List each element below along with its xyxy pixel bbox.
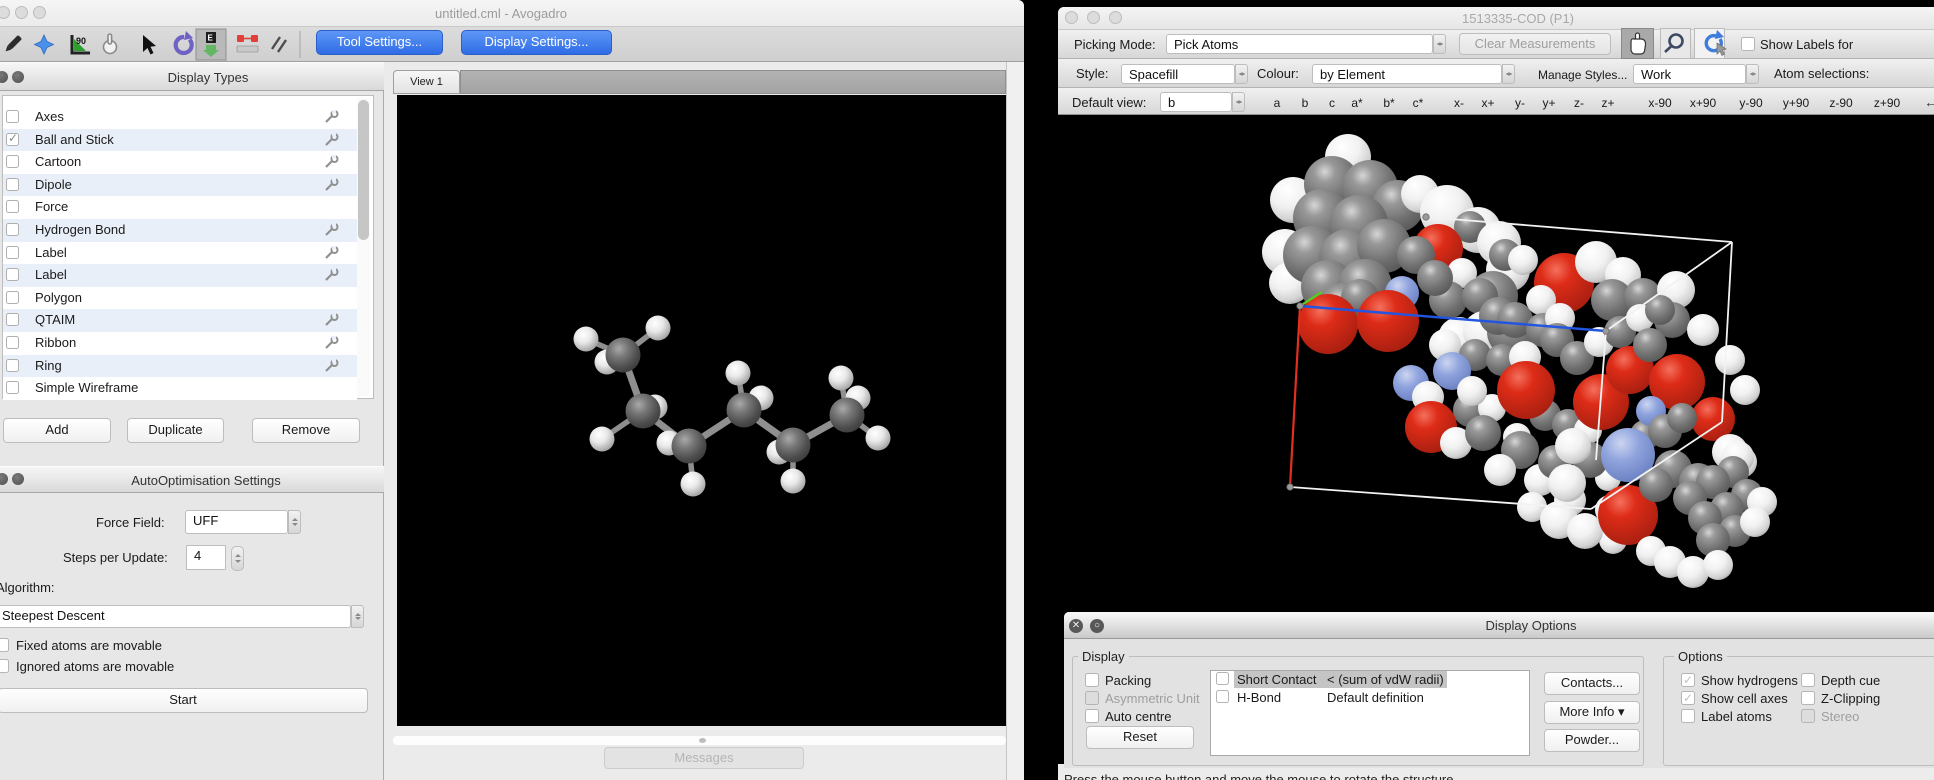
svg-text:E: E [208,34,214,43]
svg-text:90: 90 [76,36,86,46]
